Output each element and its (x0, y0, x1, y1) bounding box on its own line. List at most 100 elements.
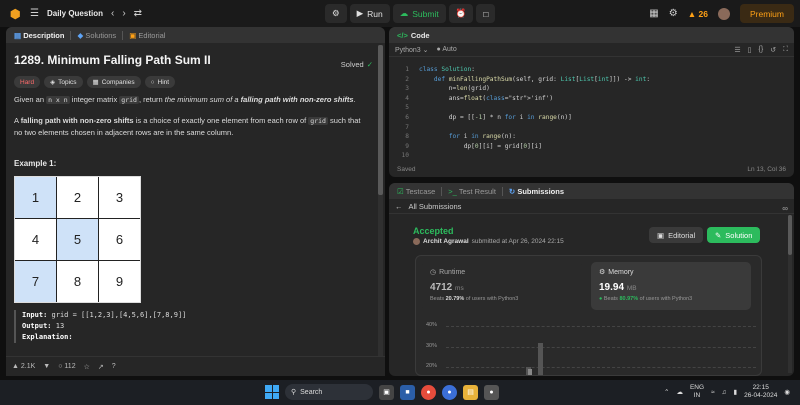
layout-grid-icon[interactable]: ▦ (649, 8, 658, 19)
book-icon: ▣ (657, 230, 665, 240)
clock[interactable]: 22:15 26-04-2024 (744, 384, 777, 400)
code-line[interactable] (419, 103, 650, 113)
grid-cell: 8 (57, 261, 98, 302)
save-status: Saved (397, 165, 416, 173)
timer-button[interactable]: ⏰ (448, 4, 474, 23)
code-lines[interactable]: class Solution: def minFallingPathSum(se… (419, 65, 650, 161)
cloud-upload-icon: ☁ (399, 8, 409, 18)
chevron-right-icon[interactable]: › (122, 8, 125, 19)
gridline (446, 347, 756, 348)
thumbs-up-icon: ▲ (12, 363, 19, 370)
format-icon[interactable]: ☰ (734, 46, 740, 54)
help-button[interactable]: ? (112, 363, 116, 370)
scrollbar-thumb[interactable] (788, 215, 792, 255)
chrome-icon[interactable]: ● (484, 384, 499, 400)
book-icon: ▣ (129, 30, 137, 40)
document-icon: ▤ (14, 30, 22, 40)
runtime-card[interactable]: ◷ Runtime 4712 ms Beats 20.79% of users w… (422, 262, 582, 310)
fire-icon: ▲ (687, 8, 697, 19)
chevron-left-icon[interactable]: ‹ (111, 8, 114, 19)
cloud-icon[interactable]: ☁ (676, 388, 683, 396)
tab-testcase[interactable]: ☑ Testcase (397, 187, 435, 196)
chevron-down-icon: ⌄ (422, 46, 429, 54)
code-line[interactable]: ans=float(class="str">'inf') (419, 94, 650, 104)
notes-button[interactable]: □ (476, 4, 496, 23)
tab-submissions[interactable]: ↻ Submissions (509, 187, 564, 196)
debug-button[interactable]: ⚙ (325, 4, 347, 23)
submit-button[interactable]: ☁ Submit (392, 4, 446, 23)
app-icon[interactable]: ● (442, 384, 457, 400)
battery-icon[interactable]: ▮ (734, 388, 738, 396)
code-line[interactable] (419, 123, 650, 133)
speaker-icon[interactable]: ♫ (722, 389, 727, 396)
language-select[interactable]: Python3 ⌄ (395, 46, 429, 54)
share-button[interactable]: ↗ (98, 363, 104, 371)
problem-statement: Given an n x n integer matrix grid, retu… (14, 95, 356, 104)
streak-counter[interactable]: ▲ 26 (688, 9, 708, 19)
windows-taskbar: ⚲ Search ▣ ■ ● ● ▤ ● ⌃ ☁ ENG IN ≈ ♫ ▮ 22:1… (0, 380, 800, 405)
reset-icon[interactable]: ↺ (770, 46, 776, 54)
taskbar-search[interactable]: ⚲ Search (285, 384, 373, 400)
premium-button[interactable]: Premium (739, 4, 794, 23)
tab-description[interactable]: ▤ Description (14, 31, 64, 40)
notification-icon[interactable]: ◉ (784, 388, 790, 396)
code-line[interactable]: dp[0][i] = grid[0][i] (419, 142, 650, 152)
code-line[interactable]: dp = [[-1] * n for i in range(n)] (419, 113, 650, 123)
user-avatar[interactable] (717, 7, 730, 20)
problem-list-icon[interactable]: ☰ (30, 8, 39, 19)
leetcode-logo-icon[interactable]: ⬢ (10, 7, 22, 21)
autocomplete-toggle[interactable]: ● Auto (437, 46, 457, 53)
example-output: 13 (55, 322, 65, 330)
all-submissions-link[interactable]: ← All Submissions (389, 199, 794, 214)
console-tabs: ☑ Testcase >_ Test Result ↻ Submissions (389, 183, 794, 199)
code-line[interactable]: for i in range(n): (419, 132, 650, 142)
note-icon: □ (483, 8, 489, 19)
dislike-button[interactable]: ▼ (43, 363, 50, 370)
daily-question-title[interactable]: Daily Question (47, 9, 103, 18)
task-view-icon[interactable]: ▣ (379, 384, 394, 400)
language-indicator[interactable]: ENG IN (690, 384, 704, 400)
comments-button[interactable]: ○ 112 (58, 363, 75, 370)
search-icon: ⚲ (291, 389, 297, 396)
code-line[interactable]: def minFallingPathSum(self, grid: List[L… (419, 75, 650, 85)
lightbulb-icon: ○ (150, 78, 155, 86)
code-header: </> Code (389, 27, 794, 43)
app-icon[interactable]: ■ (400, 384, 415, 400)
editorial-button[interactable]: ▣ Editorial (649, 227, 704, 243)
tab-test-result[interactable]: >_ Test Result (448, 187, 496, 196)
windows-start-icon[interactable] (265, 385, 279, 399)
braces-icon[interactable]: {} (759, 46, 764, 54)
link-icon[interactable]: ∞ (782, 204, 788, 213)
run-button[interactable]: ▶ Run (349, 4, 390, 23)
wifi-icon[interactable]: ≈ (711, 389, 715, 396)
like-button[interactable]: ▲ 2.1K (12, 363, 35, 370)
play-icon: ▶ (356, 8, 364, 18)
chevron-up-icon[interactable]: ⌃ (664, 388, 669, 396)
fullscreen-icon[interactable]: ⛶ (783, 46, 788, 54)
favorite-button[interactable]: ☆ (84, 363, 90, 371)
hint-tag[interactable]: ○ Hint (144, 76, 176, 88)
code-line[interactable]: class Solution: (419, 65, 650, 75)
explanation-label: Explanation: (22, 333, 73, 341)
tab-solutions[interactable]: ◆ Solutions (77, 31, 116, 40)
tab-editorial[interactable]: ▣ Editorial (129, 31, 165, 40)
username[interactable]: Archit Agrawal (423, 238, 469, 245)
settings-gear-icon[interactable]: ⚙ (669, 8, 678, 19)
bookmark-icon[interactable]: ▯ (748, 46, 752, 54)
submissions-scrollbar[interactable] (788, 215, 792, 373)
scrollbar-thumb[interactable] (378, 45, 383, 195)
distribution-bar[interactable] (538, 343, 543, 375)
problem-title[interactable]: 1289. Minimum Falling Path Sum II (14, 53, 369, 67)
shuffle-icon[interactable]: ⇄ (134, 8, 142, 19)
memory-card[interactable]: ⚙ Memory 19.94 MB ● Beats 80.97% of users… (591, 262, 751, 310)
chrome-icon[interactable]: ● (421, 384, 436, 400)
code-line[interactable]: n=len(grid) (419, 84, 650, 94)
code-line[interactable] (419, 151, 650, 161)
file-explorer-icon[interactable]: ▤ (463, 384, 478, 400)
code-editor[interactable]: 1 2 3 4 5 6 7 8 9 10 class Solution: def minFalli… (389, 63, 794, 159)
companies-tag[interactable]: ▦ Companies (86, 76, 141, 88)
topics-tag[interactable]: ◈ Topics (44, 76, 83, 88)
gridline (446, 367, 756, 368)
solution-button[interactable]: ✎ Solution (707, 227, 761, 243)
description-scrollbar[interactable] (378, 45, 383, 376)
